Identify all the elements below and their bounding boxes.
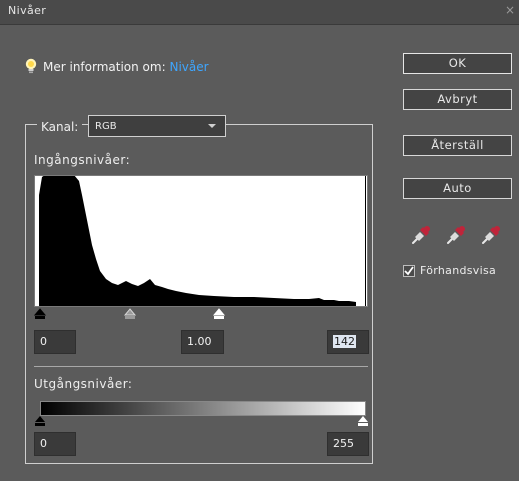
cancel-button[interactable]: Avbryt	[403, 89, 512, 110]
histogram	[34, 175, 368, 307]
output-slider[interactable]	[34, 416, 370, 428]
white-eyedropper-icon[interactable]	[480, 224, 502, 246]
title-bar[interactable]: Nivåer ×	[0, 0, 519, 25]
preview-checkbox[interactable]	[403, 265, 415, 277]
channel-value: RGB	[95, 121, 117, 132]
auto-button[interactable]: Auto	[403, 178, 512, 199]
input-black-slider[interactable]	[34, 308, 47, 319]
info-prefix: Mer information om:	[43, 60, 166, 74]
close-icon[interactable]: ×	[505, 3, 515, 17]
info-line: Mer information om: Nivåer	[43, 60, 209, 74]
levels-dialog: Nivåer × Mer information om: Nivåer OK A…	[0, 0, 519, 481]
reset-button[interactable]: Återställ	[403, 135, 512, 156]
output-black-slider[interactable]	[35, 416, 45, 426]
ok-button[interactable]: OK	[403, 53, 512, 74]
input-levels-label: Ingångsnivåer:	[34, 153, 131, 167]
preview-label[interactable]: Förhandsvisa	[420, 264, 496, 277]
section-divider	[34, 366, 368, 367]
histogram-graph	[39, 176, 366, 306]
checkmark-icon	[404, 266, 414, 276]
output-black-field[interactable]: 0	[34, 432, 76, 456]
output-white-slider[interactable]	[358, 416, 368, 426]
channel-label: Kanal:	[37, 121, 83, 133]
input-gamma-slider[interactable]	[123, 308, 137, 319]
channel-select[interactable]: RGB	[88, 115, 226, 137]
input-black-field[interactable]: 0	[34, 330, 76, 354]
window-title: Nivåer	[8, 4, 47, 17]
chevron-down-icon	[208, 124, 216, 128]
input-white-field[interactable]: 142	[327, 330, 369, 354]
lightbulb-icon	[25, 58, 37, 74]
black-eyedropper-icon[interactable]	[410, 224, 432, 246]
input-slider[interactable]	[34, 308, 370, 322]
gray-eyedropper-icon[interactable]	[445, 224, 467, 246]
info-link[interactable]: Nivåer	[169, 60, 208, 74]
output-gradient	[40, 401, 366, 416]
input-gamma-field[interactable]: 1.00	[181, 330, 224, 354]
output-white-field[interactable]: 255	[327, 432, 369, 456]
input-white-slider[interactable]	[212, 308, 226, 319]
output-levels-label: Utgångsnivåer:	[34, 377, 133, 391]
